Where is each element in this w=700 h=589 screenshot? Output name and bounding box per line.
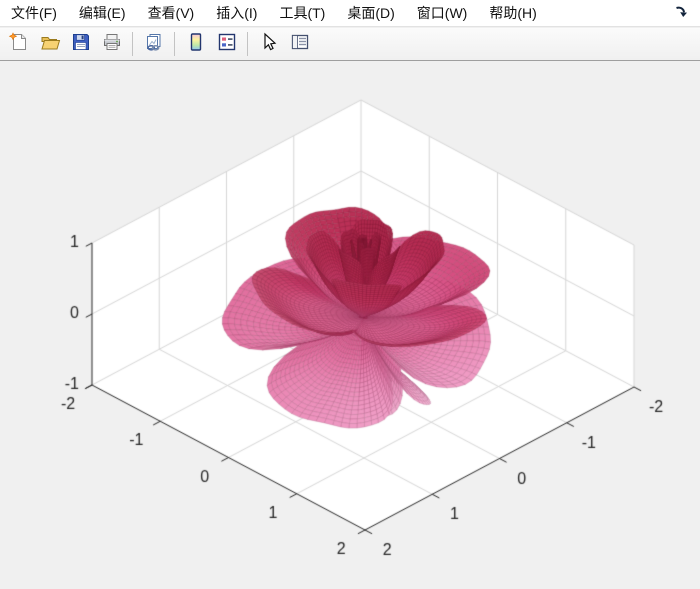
insert-colorbar-button[interactable] <box>181 30 210 59</box>
save-figure-button[interactable] <box>66 30 95 59</box>
menu-bar: 文件(F) 编辑(E) 查看(V) 插入(I) 工具(T) 桌面(D) 窗口(W… <box>0 0 700 27</box>
figure-axes-area <box>0 62 700 589</box>
dock-figure-button[interactable] <box>672 4 690 22</box>
menu-window[interactable]: 窗口(W) <box>406 0 479 26</box>
menu-help[interactable]: 帮助(H) <box>478 0 547 26</box>
print-figure-button[interactable] <box>97 30 126 59</box>
figure-toolbar <box>0 28 700 61</box>
print-icon <box>101 31 123 58</box>
toolbar-separator <box>132 32 133 56</box>
new-document-icon <box>8 31 30 58</box>
edit-plot-button[interactable] <box>254 30 283 59</box>
matlab-figure-window: 文件(F) 编辑(E) 查看(V) 插入(I) 工具(T) 桌面(D) 窗口(W… <box>0 0 700 589</box>
new-figure-button[interactable] <box>4 30 33 59</box>
open-folder-icon <box>39 31 61 58</box>
open-file-button[interactable] <box>35 30 64 59</box>
colorbar-icon <box>185 31 207 58</box>
cursor-arrow-icon <box>258 31 280 58</box>
insert-legend-button[interactable] <box>212 30 241 59</box>
toolbar-separator <box>247 32 248 56</box>
menu-file[interactable]: 文件(F) <box>0 0 68 26</box>
dock-arrow-icon <box>674 4 688 23</box>
menu-tools[interactable]: 工具(T) <box>268 0 336 26</box>
property-inspector-button[interactable] <box>285 30 314 59</box>
menu-view[interactable]: 查看(V) <box>137 0 206 26</box>
toolbar-separator <box>174 32 175 56</box>
save-icon <box>70 31 92 58</box>
property-inspector-icon <box>289 31 311 58</box>
menu-desktop[interactable]: 桌面(D) <box>336 0 405 26</box>
link-plot-icon <box>143 31 165 58</box>
link-plot-button[interactable] <box>139 30 168 59</box>
menu-insert[interactable]: 插入(I) <box>205 0 268 26</box>
plot-canvas[interactable] <box>0 62 700 589</box>
legend-icon <box>216 31 238 58</box>
menu-edit[interactable]: 编辑(E) <box>68 0 137 26</box>
